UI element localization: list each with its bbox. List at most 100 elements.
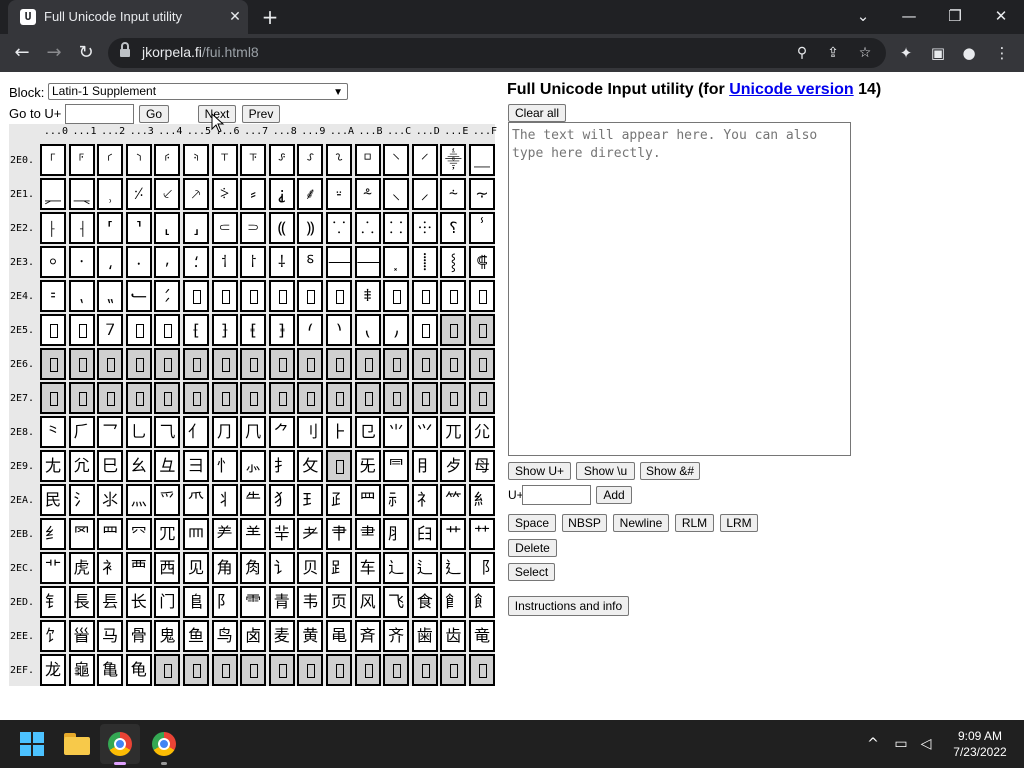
char-cell[interactable]: ⻉ bbox=[297, 552, 324, 584]
reserved-cell[interactable] bbox=[154, 314, 181, 346]
char-cell[interactable]: ⸵ bbox=[183, 246, 209, 278]
unassigned-cell[interactable] bbox=[326, 348, 352, 380]
char-cell[interactable]: ⹙ bbox=[297, 314, 324, 346]
char-cell[interactable]: ⸺ bbox=[326, 246, 352, 278]
unassigned-cell[interactable] bbox=[125, 348, 152, 380]
char-cell[interactable]: ⺄ bbox=[154, 416, 181, 448]
char-cell[interactable]: ⻬ bbox=[383, 620, 410, 652]
char-cell[interactable]: ⹛ bbox=[354, 314, 381, 346]
char-cell[interactable]: ⺦ bbox=[211, 484, 238, 516]
char-cell[interactable]: ⸷ bbox=[240, 246, 267, 278]
go-button[interactable]: Go bbox=[139, 105, 169, 123]
char-cell[interactable]: ⸋ bbox=[354, 144, 381, 176]
add-button[interactable]: Add bbox=[596, 486, 632, 504]
unassigned-cell[interactable] bbox=[297, 382, 324, 414]
chrome-icon[interactable] bbox=[108, 732, 132, 756]
char-cell[interactable]: ⺙ bbox=[297, 450, 324, 482]
newline-button[interactable]: Newline bbox=[613, 514, 669, 532]
char-cell[interactable]: ⸪ bbox=[326, 212, 352, 244]
char-cell[interactable]: ⺺ bbox=[326, 518, 352, 550]
unassigned-cell[interactable] bbox=[354, 654, 381, 686]
zoom-icon[interactable]: ⚲ bbox=[791, 42, 813, 64]
char-cell[interactable]: ⻙ bbox=[297, 586, 324, 618]
unassigned-cell[interactable] bbox=[40, 382, 66, 414]
char-cell[interactable]: ⺗ bbox=[240, 450, 267, 482]
browser-tab[interactable]: U Full Unicode Input utility ✕ bbox=[8, 0, 248, 34]
char-cell[interactable]: ⻜ bbox=[383, 586, 410, 618]
char-cell[interactable]: ⺈ bbox=[268, 416, 295, 448]
address-bar[interactable]: jkorpela.fi/fui.html8 ⚲ ⇪ ☆ bbox=[108, 38, 886, 68]
char-cell[interactable]: ⺃ bbox=[125, 416, 152, 448]
profile-avatar-icon[interactable]: ● bbox=[957, 41, 981, 65]
char-cell[interactable]: ⸳ bbox=[125, 246, 152, 278]
char-cell[interactable]: ⸄ bbox=[154, 144, 181, 176]
unassigned-cell[interactable] bbox=[440, 348, 467, 380]
char-cell[interactable]: ⻡ bbox=[68, 620, 95, 652]
reserved-cell[interactable] bbox=[211, 280, 238, 312]
char-cell[interactable]: ⺡ bbox=[68, 484, 95, 516]
unassigned-cell[interactable] bbox=[211, 654, 238, 686]
char-cell[interactable]: ⹗ bbox=[240, 314, 267, 346]
char-cell[interactable]: ⻈ bbox=[268, 552, 295, 584]
char-cell[interactable]: ⸥ bbox=[183, 212, 209, 244]
char-cell[interactable]: ⸚ bbox=[326, 178, 352, 210]
unassigned-cell[interactable] bbox=[469, 314, 495, 346]
reserved-cell[interactable] bbox=[411, 314, 438, 346]
char-cell[interactable]: ⻑ bbox=[68, 586, 95, 618]
char-cell[interactable]: ⹖ bbox=[211, 314, 238, 346]
reserved-cell[interactable] bbox=[411, 280, 438, 312]
back-icon[interactable]: ← bbox=[9, 40, 35, 66]
char-cell[interactable]: ⻋ bbox=[354, 552, 381, 584]
char-cell[interactable]: ⺾ bbox=[440, 518, 467, 550]
reserved-cell[interactable] bbox=[469, 280, 495, 312]
unassigned-cell[interactable] bbox=[125, 382, 152, 414]
char-cell[interactable]: ⸒ bbox=[97, 178, 124, 210]
reserved-cell[interactable] bbox=[183, 280, 209, 312]
char-cell[interactable]: ⻖ bbox=[211, 586, 238, 618]
unassigned-cell[interactable] bbox=[469, 348, 495, 380]
char-cell[interactable]: ⸱ bbox=[68, 246, 95, 278]
unassigned-cell[interactable] bbox=[354, 348, 381, 380]
char-cell[interactable]: ⻇ bbox=[240, 552, 267, 584]
unassigned-cell[interactable] bbox=[469, 654, 495, 686]
share-icon[interactable]: ⇪ bbox=[822, 42, 844, 64]
char-cell[interactable]: ⻯ bbox=[469, 620, 495, 652]
char-cell[interactable]: ⻃ bbox=[125, 552, 152, 584]
char-cell[interactable]: ⺸ bbox=[268, 518, 295, 550]
char-cell[interactable]: ⸨ bbox=[268, 212, 295, 244]
char-cell[interactable]: ⺱ bbox=[68, 518, 95, 550]
start-windows-icon[interactable] bbox=[20, 732, 44, 756]
close-window-icon[interactable]: ✕ bbox=[986, 4, 1016, 28]
delete-button[interactable]: Delete bbox=[508, 539, 557, 557]
char-cell[interactable]: ⹄ bbox=[154, 280, 181, 312]
minimize-icon[interactable]: — bbox=[894, 4, 924, 28]
char-cell[interactable]: ⻎ bbox=[440, 552, 467, 584]
tab-search-icon[interactable]: ⌄ bbox=[848, 4, 878, 28]
unassigned-cell[interactable] bbox=[183, 348, 209, 380]
volume-icon[interactable]: ◁ bbox=[916, 734, 936, 754]
char-cell[interactable]: ⸻ bbox=[354, 246, 381, 278]
char-cell[interactable]: ⻟ bbox=[469, 586, 495, 618]
unassigned-cell[interactable] bbox=[240, 382, 267, 414]
char-cell[interactable]: ⸶ bbox=[211, 246, 238, 278]
char-cell[interactable]: ⸩ bbox=[297, 212, 324, 244]
char-cell[interactable]: ⸣ bbox=[125, 212, 152, 244]
network-icon[interactable]: ▭ bbox=[891, 734, 911, 754]
char-cell[interactable]: ⸐ bbox=[40, 178, 66, 210]
unassigned-cell[interactable] bbox=[97, 382, 124, 414]
unassigned-cell[interactable] bbox=[326, 382, 352, 414]
unassigned-cell[interactable] bbox=[440, 654, 467, 686]
char-cell[interactable]: ⸬ bbox=[383, 212, 410, 244]
char-cell[interactable]: ⻭ bbox=[411, 620, 438, 652]
char-cell[interactable]: ⺎ bbox=[440, 416, 467, 448]
chrome-second-icon[interactable] bbox=[152, 732, 176, 756]
char-cell[interactable]: ⺯ bbox=[469, 484, 495, 516]
char-cell[interactable]: ⺌ bbox=[383, 416, 410, 448]
show-uplus-button[interactable]: Show U+ bbox=[508, 462, 571, 480]
char-cell[interactable]: ⸎ bbox=[440, 144, 467, 176]
char-cell[interactable]: ⺛ bbox=[354, 450, 381, 482]
new-tab-icon[interactable]: + bbox=[259, 6, 281, 28]
char-cell[interactable]: ⺮ bbox=[440, 484, 467, 516]
char-cell[interactable]: ⸡ bbox=[68, 212, 95, 244]
char-cell[interactable]: ⸭ bbox=[411, 212, 438, 244]
